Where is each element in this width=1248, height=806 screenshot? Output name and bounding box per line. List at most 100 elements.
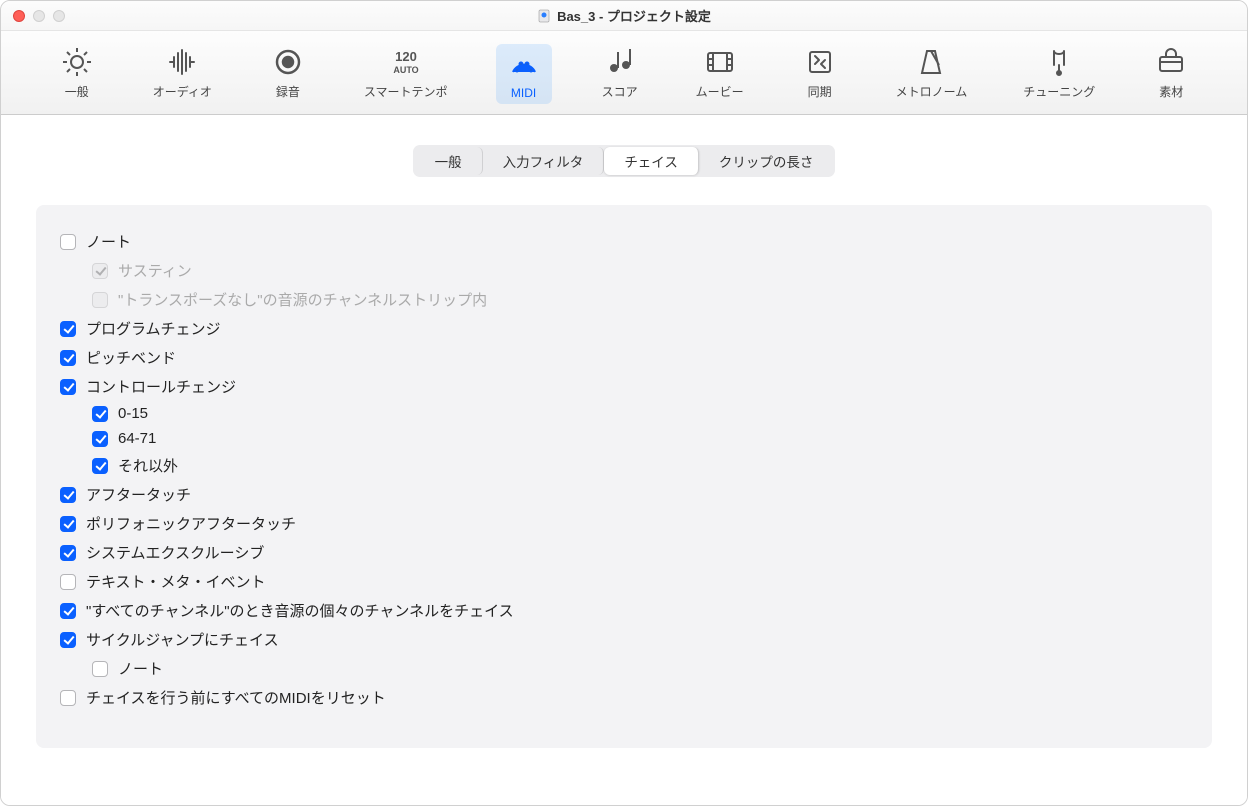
checkbox-poly_aftertouch[interactable] <box>60 516 76 532</box>
checkbox-all_channels[interactable] <box>60 603 76 619</box>
checkbox-sysex[interactable] <box>60 545 76 561</box>
row-text_meta: テキスト・メタ・イベント <box>60 567 1188 596</box>
label-sustain: サスティン <box>118 260 192 281</box>
label-all_channels: "すべてのチャンネル"のとき音源の個々のチャンネルをチェイス <box>86 600 514 621</box>
row-cycle_jump: サイクルジャンプにチェイス <box>60 625 1188 654</box>
minimize-button[interactable] <box>33 10 45 22</box>
toolbar-audio[interactable]: オーディオ <box>145 41 220 104</box>
svg-text:120: 120 <box>395 49 417 64</box>
zoom-button[interactable] <box>53 10 65 22</box>
toolbar-assets[interactable]: 素材 <box>1143 41 1199 104</box>
toolbar-label: チューニング <box>1023 83 1095 100</box>
window-title: Bas_3 - プロジェクト設定 <box>557 6 711 25</box>
row-cc_64_71: 64-71 <box>60 426 1188 451</box>
checkbox-aftertouch[interactable] <box>60 487 76 503</box>
row-note: ノート <box>60 227 1188 256</box>
row-cycle_note: ノート <box>60 654 1188 683</box>
toolbar-tuning[interactable]: チューニング <box>1015 41 1103 104</box>
label-cycle_note: ノート <box>118 658 163 679</box>
toolbar-midi[interactable]: MIDI <box>496 44 552 104</box>
toolbar-record[interactable]: 録音 <box>260 41 316 104</box>
checkbox-cycle_note[interactable] <box>92 661 108 677</box>
label-program_change: プログラムチェンジ <box>86 318 221 339</box>
label-reset_midi: チェイスを行う前にすべてのMIDIをリセット <box>86 687 386 708</box>
row-reset_midi: チェイスを行う前にすべてのMIDIをリセット <box>60 683 1188 712</box>
label-control_change: コントロールチェンジ <box>86 376 236 397</box>
checkbox-cc_0_15[interactable] <box>92 406 108 422</box>
metronome-icon <box>914 45 948 79</box>
content-area: 一般入力フィルタチェイスクリップの長さ ノートサスティン"トランスポーズなし"の… <box>1 115 1247 805</box>
tuning-icon <box>1042 45 1076 79</box>
window: Bas_3 - プロジェクト設定 一般 オーディオ 録音 120AUTO スマートテンポ… <box>0 0 1248 806</box>
toolbar-label: 一般 <box>65 83 89 100</box>
general-icon <box>60 45 94 79</box>
row-poly_aftertouch: ポリフォニックアフタータッチ <box>60 509 1188 538</box>
svg-text:AUTO: AUTO <box>393 65 418 75</box>
movie-icon <box>703 45 737 79</box>
row-program_change: プログラムチェンジ <box>60 314 1188 343</box>
checkbox-transpose <box>92 292 108 308</box>
smarttempo-icon: 120AUTO <box>389 45 423 79</box>
row-pitch_bend: ピッチベンド <box>60 343 1188 372</box>
row-sustain: サスティン <box>60 256 1188 285</box>
label-note: ノート <box>86 231 131 252</box>
row-sysex: システムエクスクルーシブ <box>60 538 1188 567</box>
sync-icon <box>803 45 837 79</box>
label-sysex: システムエクスクルーシブ <box>86 542 264 563</box>
checkbox-pitch_bend[interactable] <box>60 350 76 366</box>
segment-input-filter[interactable]: 入力フィルタ <box>483 147 605 175</box>
toolbar-label: メトロノーム <box>896 83 968 100</box>
segmented-control: 一般入力フィルタチェイスクリップの長さ <box>26 145 1222 177</box>
label-cc_64_71: 64-71 <box>118 430 156 447</box>
score-icon <box>603 45 637 79</box>
record-icon <box>271 45 305 79</box>
close-button[interactable] <box>13 10 25 22</box>
checkbox-cc_other[interactable] <box>92 458 108 474</box>
row-all_channels: "すべてのチャンネル"のとき音源の個々のチャンネルをチェイス <box>60 596 1188 625</box>
checkbox-reset_midi[interactable] <box>60 690 76 706</box>
toolbar-general[interactable]: 一般 <box>49 41 105 104</box>
titlebar: Bas_3 - プロジェクト設定 <box>1 1 1247 31</box>
label-transpose: "トランスポーズなし"の音源のチャンネルストリップ内 <box>118 289 487 310</box>
checkbox-sustain <box>92 263 108 279</box>
toolbar-label: スマートテンポ <box>364 83 448 100</box>
settings-panel: ノートサスティン"トランスポーズなし"の音源のチャンネルストリップ内プログラムチ… <box>36 205 1212 748</box>
row-cc_other: それ以外 <box>60 451 1188 480</box>
segment-general[interactable]: 一般 <box>415 147 483 175</box>
checkbox-program_change[interactable] <box>60 321 76 337</box>
toolbar: 一般 オーディオ 録音 120AUTO スマートテンポ MIDI スコア ムービー 同期 メトロノ… <box>1 31 1247 115</box>
toolbar-label: スコア <box>602 83 638 100</box>
toolbar-label: MIDI <box>511 86 536 100</box>
label-cc_other: それ以外 <box>118 455 178 476</box>
toolbar-score[interactable]: スコア <box>592 41 648 104</box>
checkbox-control_change[interactable] <box>60 379 76 395</box>
toolbar-label: ムービー <box>696 83 744 100</box>
row-aftertouch: アフタータッチ <box>60 480 1188 509</box>
toolbar-label: 素材 <box>1159 83 1183 100</box>
label-aftertouch: アフタータッチ <box>86 484 191 505</box>
checkbox-text_meta[interactable] <box>60 574 76 590</box>
toolbar-sync[interactable]: 同期 <box>792 41 848 104</box>
toolbar-metronome[interactable]: メトロノーム <box>888 41 976 104</box>
label-pitch_bend: ピッチベンド <box>86 347 176 368</box>
audio-icon <box>165 45 199 79</box>
label-text_meta: テキスト・メタ・イベント <box>86 571 266 592</box>
label-cc_0_15: 0-15 <box>118 405 148 422</box>
checkbox-note[interactable] <box>60 234 76 250</box>
toolbar-label: オーディオ <box>153 83 212 100</box>
label-cycle_jump: サイクルジャンプにチェイス <box>86 629 279 650</box>
checkbox-cc_64_71[interactable] <box>92 431 108 447</box>
assets-icon <box>1154 45 1188 79</box>
toolbar-smarttempo[interactable]: 120AUTO スマートテンポ <box>356 41 456 104</box>
row-transpose: "トランスポーズなし"の音源のチャンネルストリップ内 <box>60 285 1188 314</box>
label-poly_aftertouch: ポリフォニックアフタータッチ <box>86 513 296 534</box>
checkbox-cycle_jump[interactable] <box>60 632 76 648</box>
toolbar-label: 録音 <box>276 83 300 100</box>
row-cc_0_15: 0-15 <box>60 401 1188 426</box>
toolbar-movie[interactable]: ムービー <box>688 41 752 104</box>
segment-chase[interactable]: チェイス <box>604 147 699 175</box>
segment-clip-length[interactable]: クリップの長さ <box>699 147 834 175</box>
toolbar-label: 同期 <box>808 83 832 100</box>
row-control_change: コントロールチェンジ <box>60 372 1188 401</box>
traffic-lights <box>13 10 65 22</box>
